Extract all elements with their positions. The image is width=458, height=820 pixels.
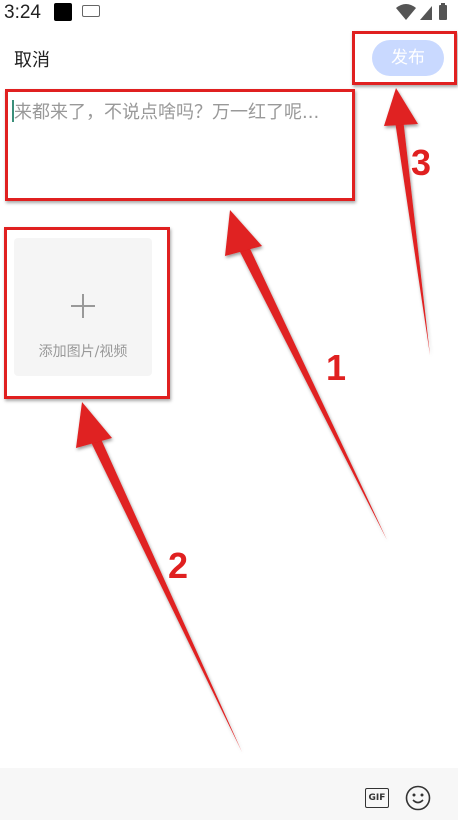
status-icons (394, 2, 452, 28)
annotation-box-media (4, 227, 170, 399)
annotation-box-publish (352, 31, 457, 85)
annotation-number-1: 1 (326, 347, 346, 388)
arrow-2 (76, 402, 242, 752)
signal-icon (420, 6, 432, 20)
status-bar: 3:24 (0, 0, 458, 26)
bottom-toolbar: GIF (0, 768, 458, 820)
arrow-3 (384, 88, 430, 355)
annotation-number-3: 3 (411, 142, 431, 183)
gif-icon[interactable]: GIF (365, 788, 389, 808)
annotation-number-2: 2 (168, 545, 188, 586)
notification-icon (54, 3, 72, 21)
arrow-1 (225, 210, 387, 540)
emoji-icon[interactable] (405, 785, 431, 811)
annotation-box-text (5, 89, 355, 201)
wifi-icon (396, 4, 416, 20)
battery-icon (439, 3, 447, 20)
cancel-button[interactable]: 取消 (14, 46, 50, 72)
status-time: 3:24 (4, 2, 41, 23)
keyboard-icon (82, 5, 100, 17)
